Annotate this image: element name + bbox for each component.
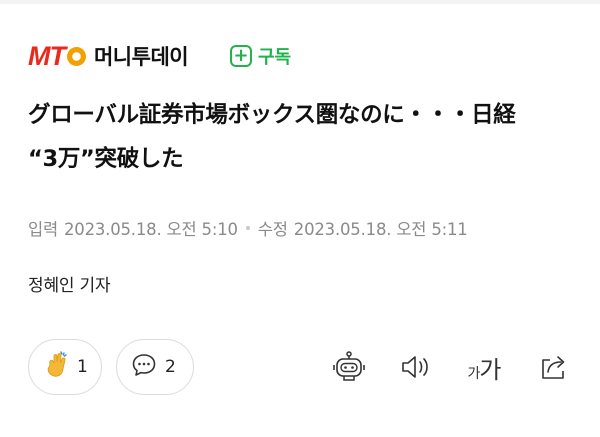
like-count: 1 <box>77 357 88 377</box>
subscribe-button[interactable]: + 구독 <box>230 43 291 69</box>
logo-ring-icon <box>66 46 86 66</box>
font-size-button[interactable]: 가가 <box>464 350 504 384</box>
article-headline: グローバル証券市場ボックス圏なのに・・・日経 “3万”突破した <box>28 93 583 181</box>
press-logo[interactable]: MT 머니투데이 <box>28 38 189 74</box>
text-to-speech-button[interactable] <box>398 350 434 384</box>
like-button[interactable]: 1 <box>28 339 102 395</box>
top-divider <box>0 0 600 4</box>
modified-datetime: 2023.05.18. 오전 5:11 <box>293 220 468 239</box>
subscribe-label: 구독 <box>258 47 292 68</box>
font-small-glyph: 가 <box>467 365 481 382</box>
article-dates: 입력 2023.05.18. 오전 5:10 수정 2023.05.18. 오전… <box>28 216 468 240</box>
robot-summary-icon <box>333 351 365 381</box>
headline-line-1: グローバル証券市場ボックス圏なのに・・・日経 <box>28 102 516 128</box>
summary-bot-button[interactable] <box>330 350 368 384</box>
font-size-icon: 가가 <box>467 350 502 385</box>
headline-line-2: “3万”突破した <box>28 146 184 172</box>
comment-count: 2 <box>165 357 176 377</box>
mto-logo: MT <box>28 40 86 71</box>
share-icon <box>542 356 565 379</box>
font-large-glyph: 가 <box>479 355 501 384</box>
meta-separator <box>245 226 250 230</box>
mto-logo-text: MT <box>28 40 66 71</box>
speaker-icon <box>402 356 428 378</box>
modified-label: 수정 <box>257 220 288 239</box>
published-label: 입력 <box>28 220 58 239</box>
published-datetime: 2023.05.18. 오전 5:10 <box>63 220 238 239</box>
share-button[interactable] <box>536 350 572 384</box>
comment-button[interactable]: 2 <box>116 339 194 395</box>
reporter-name[interactable]: 정혜인 기자 <box>28 271 111 296</box>
clap-icon <box>43 351 69 383</box>
plus-icon: + <box>230 45 252 67</box>
press-name: 머니투데이 <box>93 45 189 69</box>
comment-icon <box>131 352 157 382</box>
